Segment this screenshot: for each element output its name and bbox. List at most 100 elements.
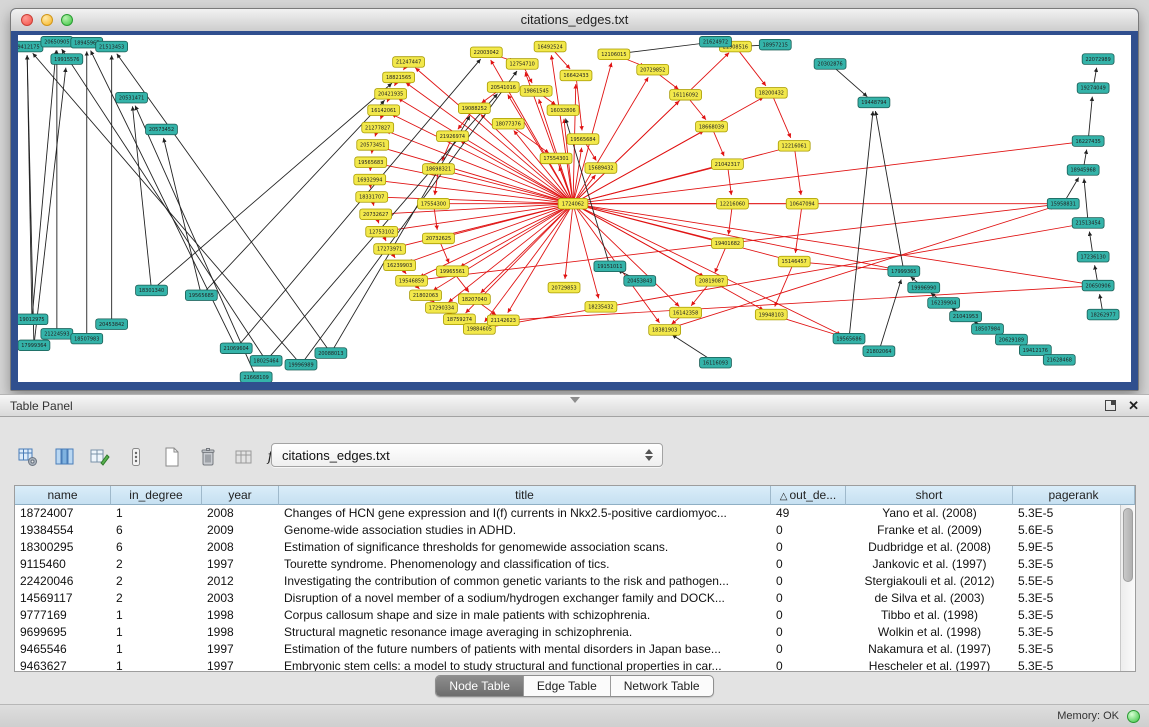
graph-node[interactable]: 21802064: [863, 346, 895, 357]
panel-splitter-grip[interactable]: [570, 397, 580, 403]
graph-node[interactable]: 17554300: [418, 198, 450, 209]
graph-edge[interactable]: [117, 54, 331, 353]
graph-node[interactable]: 21069604: [220, 343, 252, 354]
graph-edge[interactable]: [795, 204, 802, 253]
graph-node[interactable]: 21628468: [1043, 355, 1075, 366]
graph-node[interactable]: 19861545: [520, 86, 552, 97]
graph-node[interactable]: 20531471: [116, 92, 148, 103]
graph-node[interactable]: 21224593: [41, 329, 73, 340]
graph-node[interactable]: 21042317: [712, 159, 744, 170]
graph-node[interactable]: 19274049: [1077, 83, 1109, 94]
graph-node[interactable]: 18025464: [250, 355, 282, 366]
graph-node[interactable]: 12216060: [716, 198, 748, 209]
new-column-button[interactable]: [158, 444, 185, 471]
graph-node[interactable]: 22072989: [1082, 54, 1114, 65]
graph-node[interactable]: 12106015: [598, 49, 630, 60]
table-row[interactable]: 946554611997Estimation of the future num…: [15, 641, 1120, 658]
graph-node[interactable]: 15689432: [585, 163, 617, 174]
graph-node[interactable]: 10647094: [786, 198, 818, 209]
graph-node[interactable]: 20302876: [814, 59, 846, 70]
graph-edge[interactable]: [406, 83, 573, 204]
graph-node[interactable]: 19565686: [833, 333, 865, 344]
graph-node[interactable]: 21513453: [96, 41, 128, 52]
graph-edge[interactable]: [301, 71, 517, 365]
graph-node[interactable]: 20732627: [360, 209, 392, 220]
graph-edge[interactable]: [576, 75, 582, 130]
network-canvas[interactable]: 1724062212474471882156520421935161420612…: [18, 35, 1131, 382]
table-row[interactable]: 1872400712008Changes of HCN gene express…: [15, 505, 1120, 522]
column-header-year[interactable]: year: [202, 486, 279, 505]
graph-node[interactable]: 16032806: [547, 105, 579, 116]
row-tools-button[interactable]: [122, 444, 149, 471]
graph-edge[interactable]: [665, 206, 1055, 330]
graph-node[interactable]: 15146457: [778, 256, 810, 267]
graph-node[interactable]: 12753102: [366, 226, 398, 237]
graph-node[interactable]: 18668039: [696, 121, 728, 132]
table-row[interactable]: 946362711997Embryonic stem cells: a mode…: [15, 658, 1120, 671]
column-header-name[interactable]: name: [15, 486, 111, 505]
graph-node[interactable]: 19546859: [396, 275, 428, 286]
graph-node[interactable]: 20088013: [315, 348, 347, 359]
graph-node[interactable]: 18331707: [356, 192, 388, 203]
close-panel-icon[interactable]: ✕: [1128, 399, 1139, 412]
scrollbar-thumb[interactable]: [1123, 508, 1133, 582]
graph-node[interactable]: 16227435: [1072, 136, 1104, 147]
graph-node[interactable]: 18759274: [443, 314, 475, 325]
table-row[interactable]: 911546021997Tourette syndrome. Phenomeno…: [15, 556, 1120, 573]
graph-node[interactable]: 21277827: [362, 122, 394, 133]
import-table-button[interactable]: [230, 444, 257, 471]
graph-node[interactable]: 16932994: [354, 174, 386, 185]
graph-node[interactable]: 21247447: [393, 57, 425, 68]
graph-node[interactable]: 19915576: [51, 54, 83, 65]
graph-node[interactable]: 20453842: [96, 319, 128, 330]
graph-edge[interactable]: [34, 68, 66, 346]
table-row[interactable]: 1938455462009Genome-wide association stu…: [15, 522, 1120, 539]
graph-node[interactable]: 16492524: [534, 41, 566, 52]
graph-node[interactable]: 12216061: [778, 141, 810, 152]
graph-node[interactable]: 19565685: [185, 290, 217, 301]
graph-edge[interactable]: [1084, 179, 1088, 223]
graph-node[interactable]: 16142358: [670, 307, 702, 318]
graph-edge[interactable]: [573, 204, 764, 311]
graph-node[interactable]: 19965561: [436, 266, 468, 277]
graph-node[interactable]: 17273971: [374, 244, 406, 255]
graph-node[interactable]: 16116093: [700, 357, 732, 368]
graph-node[interactable]: 20819087: [696, 275, 728, 286]
graph-node[interactable]: 21668109: [240, 372, 272, 382]
graph-edge[interactable]: [91, 51, 237, 349]
table-select[interactable]: citations_edges.txt: [271, 443, 663, 467]
column-header-in-degree[interactable]: in_degree: [111, 486, 202, 505]
graph-edge[interactable]: [152, 83, 392, 290]
graph-node[interactable]: 21624972: [700, 36, 732, 47]
graph-node[interactable]: 21041953: [950, 311, 982, 322]
memory-ok-icon[interactable]: [1127, 710, 1140, 723]
graph-node[interactable]: 20573451: [357, 140, 389, 151]
graph-node[interactable]: 18698321: [423, 164, 455, 175]
graph-node[interactable]: 20650906: [1082, 280, 1114, 291]
graph-node[interactable]: 21926974: [436, 131, 468, 142]
table-row[interactable]: 969969511998Structural magnetic resonanc…: [15, 624, 1120, 641]
graph-node[interactable]: 21513454: [1072, 218, 1104, 229]
graph-node[interactable]: 17554301: [540, 153, 572, 164]
graph-node[interactable]: 16642433: [560, 70, 592, 81]
graph-node[interactable]: 18507984: [972, 324, 1004, 335]
graph-node[interactable]: 18235432: [585, 302, 617, 313]
graph-node[interactable]: 18207040: [458, 294, 490, 305]
graph-node[interactable]: 19565683: [355, 157, 387, 168]
graph-edge[interactable]: [27, 55, 34, 345]
graph-node[interactable]: 18945968: [1067, 165, 1099, 176]
table-options-button[interactable]: [14, 444, 41, 471]
graph-node[interactable]: 16116092: [670, 89, 702, 100]
graph-node[interactable]: 20732625: [423, 233, 455, 244]
graph-node[interactable]: 19948103: [755, 309, 787, 320]
table-row[interactable]: 2242004622012Investigating the contribut…: [15, 573, 1120, 590]
graph-edge[interactable]: [481, 204, 573, 293]
show-columns-button[interactable]: [50, 444, 77, 471]
graph-node[interactable]: 19151011: [594, 261, 626, 272]
graph-node[interactable]: 18262977: [1087, 309, 1119, 320]
column-header-pagerank[interactable]: pagerank: [1013, 486, 1135, 505]
graph-node[interactable]: 20729852: [637, 64, 669, 75]
graph-node[interactable]: 20453843: [624, 275, 656, 286]
graph-node[interactable]: 19565684: [567, 134, 599, 145]
tab-network-table[interactable]: Network Table: [610, 676, 713, 696]
